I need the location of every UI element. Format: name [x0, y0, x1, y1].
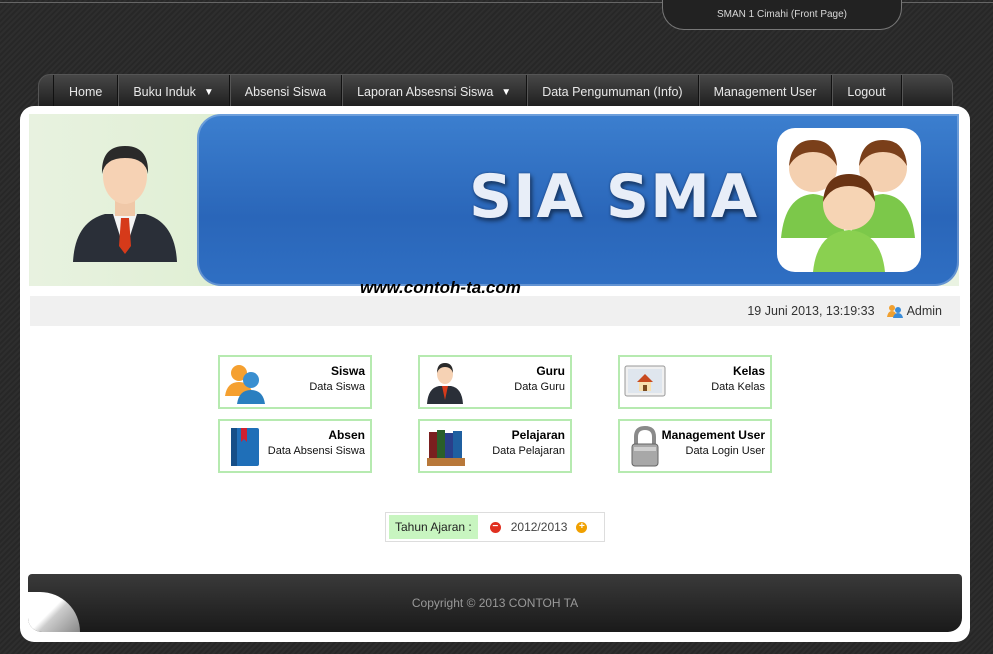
- content-panel: SIA SMA www.contoh-ta.com 19 Juni 2013, …: [20, 106, 970, 642]
- tile-subtitle: Data Guru: [514, 381, 565, 393]
- nav-data-pengumuman[interactable]: Data Pengumuman (Info): [527, 75, 699, 109]
- tile-title: Absen: [328, 428, 365, 442]
- tile-guru[interactable]: Guru Data Guru: [418, 355, 572, 409]
- students-icon: [225, 365, 265, 404]
- watermark-text: www.contoh-ta.com: [360, 278, 521, 297]
- page-footer: Copyright © 2013 CONTOH TA: [28, 574, 962, 632]
- nav-label: Logout: [847, 85, 886, 99]
- nav-label: Laporan Absesnsi Siswa: [357, 85, 494, 99]
- tile-title: Kelas: [732, 364, 765, 378]
- academic-year-value: 2012/2013: [510, 520, 568, 534]
- tile-subtitle: Data Absensi Siswa: [267, 445, 365, 457]
- nav-laporan-absensi[interactable]: Laporan Absesnsi Siswa ▼: [342, 75, 528, 109]
- tile-title: Pelajaran: [511, 428, 565, 442]
- lock-icon: [631, 425, 659, 467]
- tile-title: Guru: [536, 364, 565, 378]
- user-name: Admin: [906, 304, 942, 318]
- academic-year-label: Tahun Ajaran :: [389, 515, 478, 539]
- tile-kelas[interactable]: Kelas Data Kelas: [618, 355, 772, 409]
- minus-icon[interactable]: −: [489, 521, 501, 533]
- book-icon: [231, 428, 259, 466]
- tile-title: Siswa: [330, 364, 365, 378]
- nav-buku-induk[interactable]: Buku Induk ▼: [118, 75, 230, 109]
- tile-pelajaran[interactable]: Pelajaran Data Pelajaran: [418, 419, 572, 473]
- nav-label: Buku Induk: [133, 85, 196, 99]
- academic-year-selector: Tahun Ajaran : − 2012/2013 +: [385, 512, 605, 542]
- tile-subtitle: Data Kelas: [711, 381, 765, 393]
- nav-management-user[interactable]: Management User: [699, 75, 833, 109]
- nav-logout[interactable]: Logout: [832, 75, 902, 109]
- tile-title: Management User: [661, 428, 765, 442]
- nav-home[interactable]: Home: [53, 75, 119, 109]
- banner-title: SIA SMA: [469, 162, 759, 232]
- dropdown-caret-icon: ▼: [203, 86, 214, 98]
- user-group-icon: [777, 128, 921, 272]
- plus-icon[interactable]: +: [576, 521, 588, 533]
- teacher-icon: [427, 363, 463, 404]
- current-datetime: 19 Juni 2013, 13:19:33: [747, 304, 875, 318]
- status-bar: 19 Juni 2013, 13:19:33 Admin: [30, 296, 960, 326]
- nav-label: Home: [69, 85, 103, 99]
- dropdown-caret-icon: ▼: [501, 86, 512, 98]
- tile-absen[interactable]: Absen Data Absensi Siswa: [218, 419, 372, 473]
- header-banner: SIA SMA: [29, 114, 959, 286]
- tile-subtitle: Data Pelajaran: [492, 445, 565, 457]
- nav-label: Management User: [713, 85, 817, 99]
- academic-year-controls: − 2012/2013 +: [489, 520, 588, 534]
- copyright-text: Copyright © 2013 CONTOH TA: [411, 596, 579, 610]
- tile-siswa[interactable]: Siswa Data Siswa: [218, 355, 372, 409]
- books-icon: [427, 430, 465, 466]
- user-icon: [886, 305, 903, 318]
- site-tab[interactable]: SMAN 1 Cimahi (Front Page): [662, 0, 902, 30]
- logged-in-user[interactable]: Admin: [886, 304, 942, 318]
- classroom-icon: [624, 365, 666, 397]
- main-navbar: Home Buku Induk ▼ Absensi Siswa Laporan A…: [38, 74, 953, 110]
- tile-management-user[interactable]: Management User Data Login User: [618, 419, 772, 473]
- businessman-icon: [73, 146, 177, 262]
- page-curl-decoration: [28, 592, 80, 632]
- nav-label: Data Pengumuman (Info): [542, 85, 683, 99]
- tile-subtitle: Data Siswa: [309, 381, 365, 393]
- nav-label: Absensi Siswa: [244, 85, 327, 99]
- nav-absensi-siswa[interactable]: Absensi Siswa: [230, 75, 343, 109]
- tile-subtitle: Data Login User: [685, 445, 766, 457]
